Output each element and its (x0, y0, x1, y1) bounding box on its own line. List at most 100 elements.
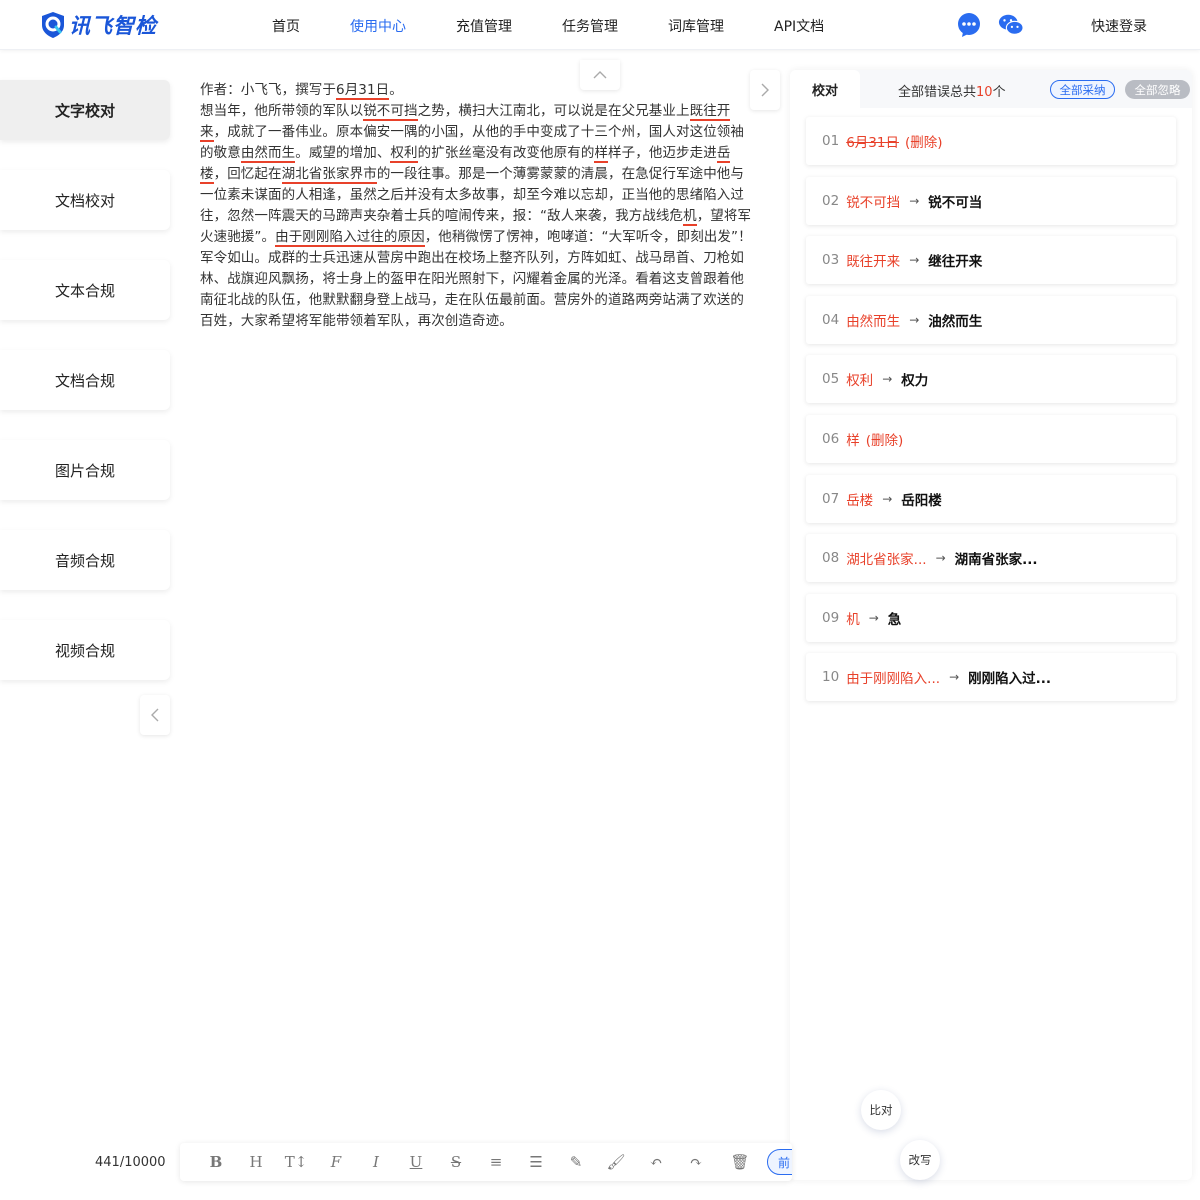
nav-item-5[interactable]: API文档 (774, 16, 824, 36)
chevron-up-icon (593, 71, 607, 79)
underline-icon[interactable]: U (405, 1152, 427, 1172)
text-editor[interactable]: 作者：小飞飞，撰写于6月31日。 想当年，他所带领的军队以锐不可挡之势，横扫大江南… (200, 80, 752, 332)
collapse-panel-button[interactable] (750, 70, 780, 110)
font-family-icon[interactable]: F (325, 1152, 347, 1172)
suggested-fix: 权力 (901, 373, 929, 390)
chevron-left-icon (151, 708, 159, 722)
error-index: 09 (822, 609, 840, 626)
arrow-right-icon: → (882, 372, 893, 387)
error-highlight[interactable]: 锐不可挡 (363, 103, 418, 121)
format-toolbar: 前 B H T↕ F I U S ≡ ☰ ✎ 🖌 ↶ ↷ 🗑 (180, 1143, 792, 1181)
nav-item-2[interactable]: 充值管理 (456, 16, 512, 36)
compare-button[interactable]: 比对 (861, 1090, 901, 1130)
delete-suggestion: (删除) (865, 433, 904, 449)
error-highlight[interactable]: 权利 (390, 145, 418, 163)
nav-item-3[interactable]: 任务管理 (562, 16, 618, 36)
error-total-count: 10 (976, 85, 993, 100)
suggested-fix: 岳阳楼 (901, 492, 942, 509)
wechat-icon[interactable] (998, 12, 1024, 38)
collapse-sidebar-button[interactable] (140, 695, 170, 735)
error-index: 10 (822, 669, 840, 686)
error-total-label: 全部错误总共 (898, 85, 977, 100)
editor-text: 之势，横扫大江南北，可以说是在父兄基业上 (417, 103, 690, 119)
logo-text: 讯飞智检 (69, 14, 157, 38)
suggested-fix: 锐不可当 (928, 194, 983, 211)
sidebar-item-5[interactable]: 音频合规 (0, 530, 170, 590)
sidebar-item-0[interactable]: 文字校对 (0, 80, 170, 140)
arrow-right-icon: → (935, 551, 946, 566)
sidebar-item-3[interactable]: 文档合规 (0, 350, 170, 410)
error-index: 02 (822, 192, 840, 209)
error-highlight[interactable]: 由然而生 (240, 145, 296, 163)
top-bar: 讯飞智检 首页 使用中心 充值管理 任务管理 词库管理 API文档 快速登录 (0, 0, 1200, 50)
sidebar-item-2[interactable]: 文本合规 (0, 260, 170, 320)
editor-text: 。 (389, 82, 403, 98)
error-card[interactable]: 06 样 (删除) (806, 415, 1176, 463)
error-word: 权利 (846, 373, 874, 390)
error-highlight[interactable]: 样 (594, 145, 609, 163)
arrow-right-icon: → (882, 491, 893, 506)
suggested-fix: 继往开来 (928, 254, 983, 271)
error-index: 06 (822, 431, 840, 447)
tab-proofread[interactable]: 校对 (790, 70, 860, 108)
editor-text: 。威望的增加、 (295, 145, 391, 161)
indent-icon[interactable]: ≡ (485, 1152, 507, 1172)
strikethrough-icon[interactable]: S (445, 1152, 467, 1172)
quick-login-link[interactable]: 快速登录 (1091, 16, 1147, 36)
highlight-pen-icon[interactable]: ✎ (565, 1152, 587, 1172)
accept-all-button[interactable]: 全部采纳 (1050, 80, 1115, 99)
trash-icon[interactable]: 🗑 (729, 1152, 751, 1172)
nav-item-1[interactable]: 使用中心 (350, 16, 406, 36)
error-index: 07 (822, 490, 840, 507)
toolbar-pill-button[interactable]: 前 (767, 1149, 792, 1175)
error-card[interactable]: 03 既往开来 → 继往开来 (806, 236, 1176, 285)
error-card[interactable]: 10 由于刚刚陷入... → 刚刚陷入过... (806, 653, 1176, 702)
editor-text: 作者：小飞飞，撰写于 (200, 82, 336, 98)
error-word: 既往开来 (846, 254, 901, 271)
editor-text: 样子，他迈步走进 (608, 145, 717, 161)
rewrite-button[interactable]: 改写 (900, 1140, 940, 1180)
suggested-fix: 刚刚陷入过... (968, 671, 1052, 688)
redo-icon[interactable]: ↷ (685, 1152, 707, 1172)
error-index: 05 (822, 371, 840, 388)
error-card[interactable]: 04 由然而生 → 油然而生 (806, 295, 1176, 344)
ignore-all-button[interactable]: 全部忽略 (1125, 80, 1190, 99)
arrow-right-icon: → (909, 312, 920, 327)
error-card[interactable]: 09 机 → 急 (806, 593, 1176, 642)
sidebar-item-1[interactable]: 文档校对 (0, 170, 170, 230)
error-word: 由然而生 (846, 313, 901, 330)
nav-item-0[interactable]: 首页 (272, 16, 300, 36)
brush-icon[interactable]: 🖌 (605, 1152, 627, 1172)
error-word: 样 (846, 433, 860, 449)
editor-text: ，回忆起在 (213, 166, 282, 182)
font-size-icon[interactable]: T↕ (285, 1152, 308, 1172)
heading-icon[interactable]: H (245, 1152, 267, 1172)
error-card[interactable]: 05 权利 → 权力 (806, 355, 1176, 404)
error-total: 全部错误总共10个 (898, 81, 1006, 100)
italic-icon[interactable]: I (365, 1152, 387, 1172)
error-word: 湖北省张家... (846, 552, 927, 569)
chat-bubble-icon[interactable] (956, 12, 982, 38)
bold-icon[interactable]: B (205, 1152, 227, 1172)
error-card[interactable]: 02 锐不可挡 → 锐不可当 (806, 176, 1176, 225)
error-word: 由于刚刚陷入... (846, 671, 941, 688)
error-card[interactable]: 07 岳楼 → 岳阳楼 (806, 474, 1176, 523)
error-highlight[interactable]: 由于刚刚陷入过往的原因 (275, 229, 425, 247)
error-highlight[interactable]: 机 (683, 208, 697, 226)
sidebar-item-4[interactable]: 图片合规 (0, 440, 170, 500)
error-highlight[interactable]: 6月31日 (336, 82, 390, 100)
logo-shield-icon (42, 12, 64, 38)
line-height-icon[interactable]: ☰ (525, 1152, 547, 1172)
error-card[interactable]: 01 6月31日 (删除) (806, 117, 1176, 165)
error-card[interactable]: 08 湖北省张家... → 湖南省张家... (806, 534, 1176, 583)
error-highlight[interactable]: 湖北省张家界市 (281, 166, 377, 184)
undo-icon[interactable]: ↶ (645, 1152, 667, 1172)
logo[interactable]: 讯飞智检 (40, 10, 157, 40)
arrow-right-icon: → (949, 670, 960, 685)
nav-item-4[interactable]: 词库管理 (668, 16, 724, 36)
delete-suggestion: (删除) (904, 135, 943, 151)
chevron-right-icon (761, 83, 769, 97)
error-word: 6月31日 (846, 135, 899, 151)
proofread-panel: 校对 全部错误总共10个 全部采纳 全部忽略 01 6月31日 (删除) 02 锐不可挡… (790, 70, 1192, 1180)
sidebar-item-6[interactable]: 视频合规 (0, 620, 170, 680)
